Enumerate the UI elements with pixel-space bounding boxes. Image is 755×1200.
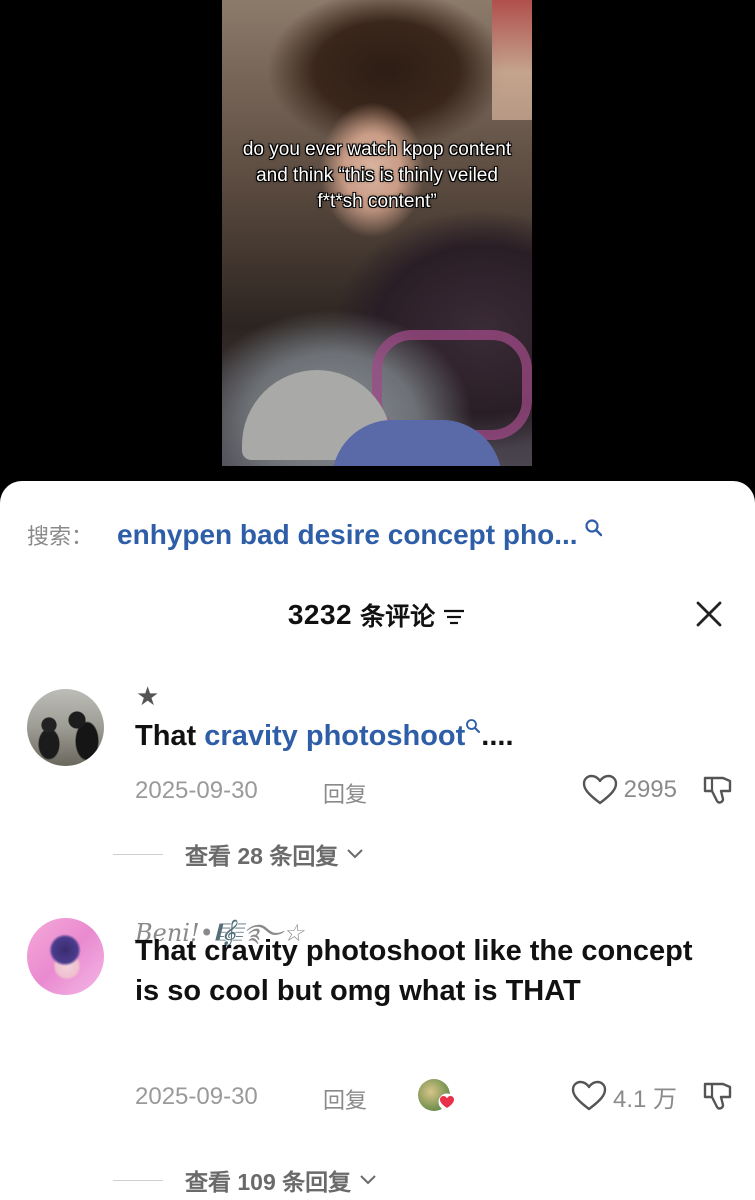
- filter-icon[interactable]: [441, 606, 467, 628]
- reply-button[interactable]: 回复: [323, 777, 367, 809]
- view-replies-button[interactable]: 查看 109 条回复: [113, 1165, 377, 1195]
- comment-text-suffix: ....: [481, 720, 514, 752]
- view-replies-button[interactable]: 查看 28 条回复: [113, 839, 364, 869]
- reply-button[interactable]: 回复: [323, 1083, 367, 1115]
- like-count: 4.1 万: [612, 1085, 677, 1113]
- comment-text-prefix: That: [135, 720, 205, 752]
- avatar[interactable]: [27, 918, 104, 995]
- like-group: 4.1 万: [571, 1079, 735, 1113]
- dislike-icon[interactable]: [701, 773, 735, 807]
- like-group: 2995: [582, 773, 735, 807]
- comment-text: That cravity photoshoot....: [135, 716, 715, 756]
- video-player[interactable]: do you ever watch kpop content and think…: [222, 0, 532, 466]
- username-badge[interactable]: ★: [136, 681, 159, 711]
- close-icon[interactable]: [695, 600, 723, 628]
- comment-meta: 2025-09-30 回复 2995: [135, 773, 735, 807]
- chevron-down-icon: [360, 1175, 376, 1185]
- comment-date: 2025-09-30: [135, 777, 258, 804]
- like-count: 2995: [623, 776, 677, 803]
- search-icon: [466, 719, 481, 733]
- comment-date: 2025-09-30: [135, 1083, 258, 1110]
- mention-link[interactable]: cravity photoshoot: [204, 720, 465, 752]
- video-caption: do you ever watch kpop content and think…: [242, 139, 512, 212]
- search-icon: [584, 519, 602, 537]
- comment-count-label: 条评论: [360, 603, 436, 631]
- comment-count: 3232: [287, 599, 353, 630]
- video-background-wall: [492, 0, 532, 120]
- avatar[interactable]: [27, 689, 104, 766]
- comments-sheet: 搜索： enhypen bad desire concept pho... 32…: [0, 481, 755, 1200]
- heart-icon[interactable]: [582, 774, 618, 806]
- divider: [113, 853, 163, 855]
- search-suggestion[interactable]: 搜索： enhypen bad desire concept pho...: [27, 517, 604, 553]
- heart-icon: [438, 1093, 456, 1111]
- divider: [113, 1179, 163, 1181]
- view-replies-label: 查看 109 条回复: [185, 1169, 352, 1195]
- comments-header: 3232 条评论: [0, 595, 755, 635]
- comment-meta: 2025-09-30 回复 4.1 万: [135, 1079, 735, 1113]
- view-replies-label: 查看 28 条回复: [185, 843, 339, 869]
- chevron-down-icon: [347, 849, 364, 859]
- search-query-link[interactable]: enhypen bad desire concept pho...: [117, 519, 578, 551]
- dislike-icon[interactable]: [701, 1079, 735, 1113]
- search-label: 搜索：: [27, 524, 94, 549]
- heart-icon[interactable]: [571, 1080, 607, 1112]
- comment-text: That cravity photoshoot like the concept…: [135, 935, 693, 1007]
